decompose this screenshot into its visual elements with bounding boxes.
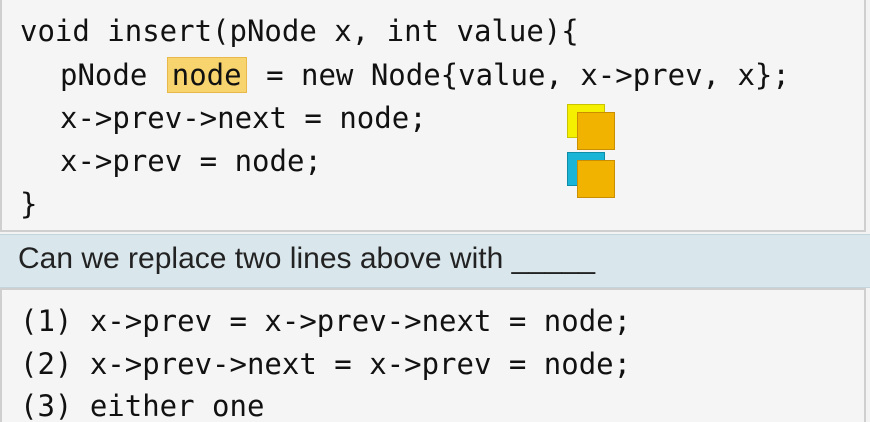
option-2: (2) x->prev->next = x->prev = node; [20,347,632,381]
code-line-1: void insert(pNode x, int value){ [20,14,579,48]
cyan-orange-square-icon [567,152,619,200]
orange-square [577,160,615,198]
option-1: (1) x->prev = x->prev->next = node; [20,304,632,338]
question-bar: Can we replace two lines above with ____… [0,234,870,288]
highlighted-node-word: node [166,57,247,93]
question-text: Can we replace two lines above with ____… [18,242,596,275]
code-line-4: x->prev = node; [60,144,322,178]
yellow-orange-square-icon [567,104,619,152]
code-line-2-suffix: = new Node{value, x->prev, x}; [248,58,790,92]
code-line-2: pNode node = new Node{value, x->prev, x}… [60,54,790,96]
code-line-3: x->prev->next = node; [60,101,427,135]
orange-square [577,112,615,150]
option-3: (3) either one [20,389,265,422]
code-block: void insert(pNode x, int value){ pNode n… [0,0,866,232]
code-line-2-prefix: pNode [60,58,165,92]
slide: void insert(pNode x, int value){ pNode n… [0,0,870,422]
options-block: (1) x->prev = x->prev->next = node; (2) … [0,288,866,422]
code-line-5: } [20,187,38,221]
